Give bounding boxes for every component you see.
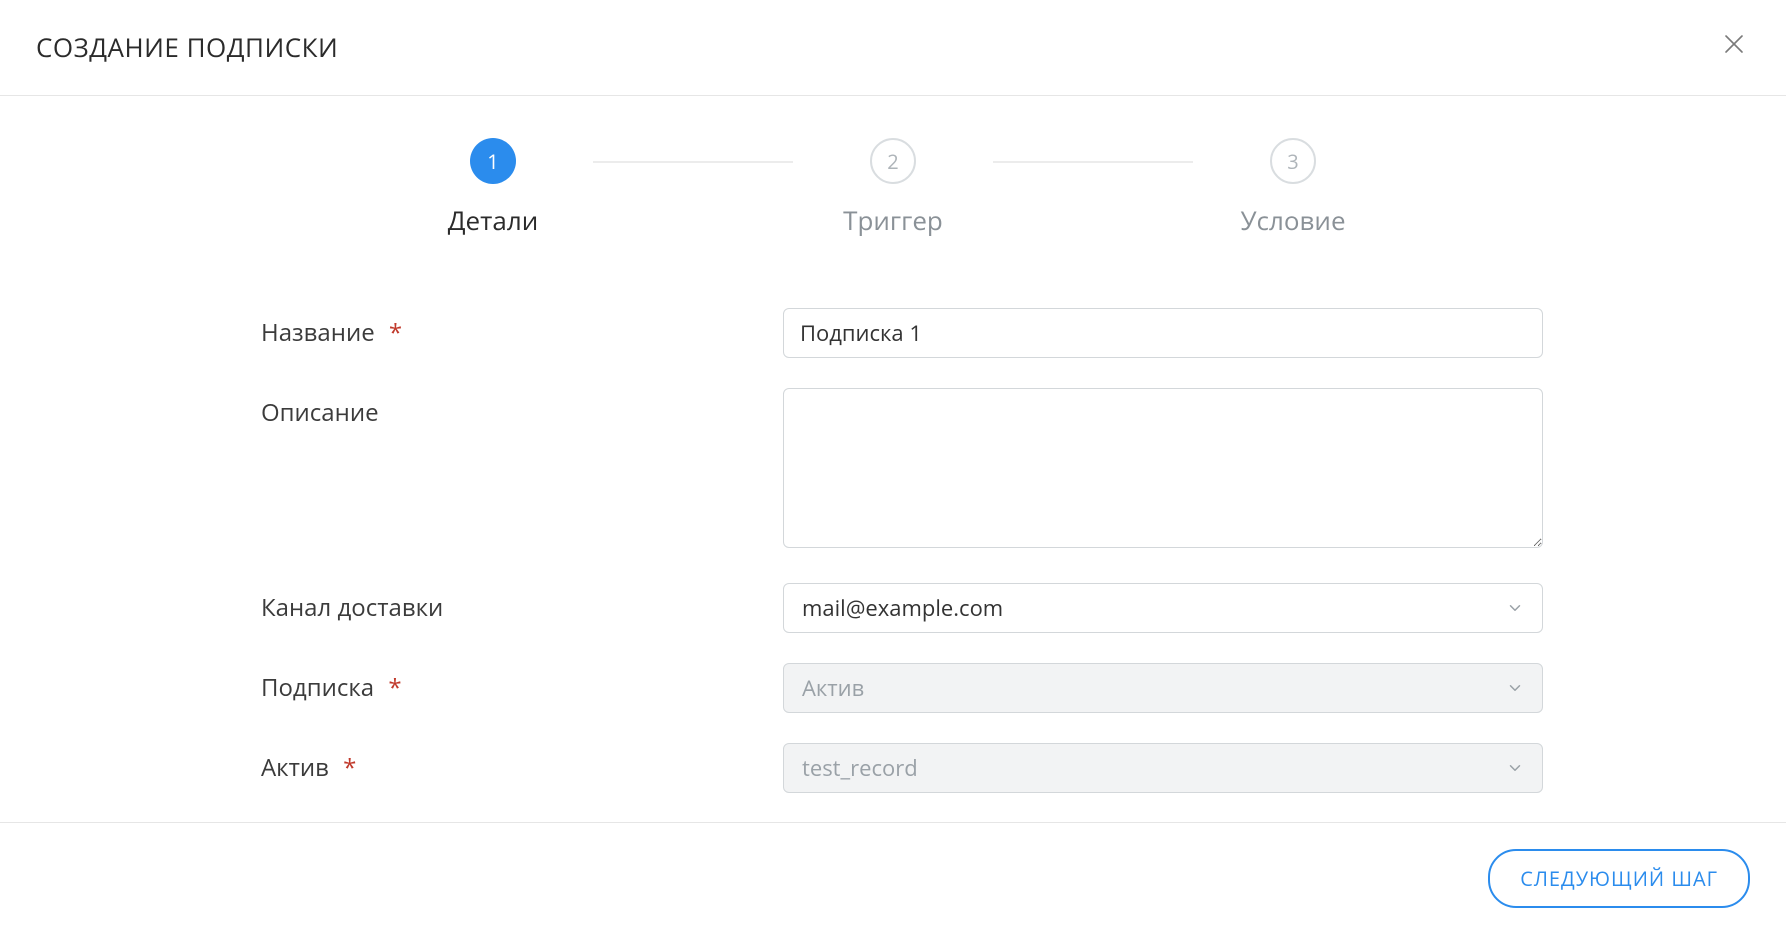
step-label: Триггер (843, 202, 943, 238)
step-details[interactable]: 1 Детали (393, 138, 593, 238)
label-text: Актив (261, 751, 329, 784)
label-subscription: Подписка * (243, 663, 783, 704)
control-wrap: test_record (783, 743, 1543, 793)
next-step-button[interactable]: СЛЕДУЮЩИЙ ШАГ (1488, 849, 1750, 908)
form-row-asset: Актив * test_record (243, 743, 1543, 793)
wizard-steps: 1 Детали 2 Триггер 3 Условие (343, 138, 1443, 238)
step-connector (593, 161, 793, 163)
close-icon (1722, 32, 1746, 61)
description-textarea[interactable] (783, 388, 1543, 548)
form-row-delivery-channel: Канал доставки mail@example.com (243, 583, 1543, 633)
label-text: Название (261, 316, 375, 349)
form-row-name: Название * (243, 308, 1543, 358)
step-number-badge: 3 (1270, 138, 1316, 184)
form-row-description: Описание (243, 388, 1543, 553)
modal-title: СОЗДАНИЕ ПОДПИСКИ (36, 29, 338, 65)
close-button[interactable] (1718, 28, 1750, 65)
label-name: Название * (243, 308, 783, 349)
select-value: Актив (802, 673, 864, 703)
subscription-select: Актив (783, 663, 1543, 713)
label-text: Канал доставки (261, 591, 443, 624)
required-marker: * (388, 671, 401, 704)
label-description: Описание (243, 388, 783, 429)
label-text: Подписка (261, 671, 374, 704)
chevron-down-icon (1506, 759, 1524, 777)
control-wrap: Актив (783, 663, 1543, 713)
label-text: Описание (261, 396, 379, 429)
chevron-down-icon (1506, 599, 1524, 617)
control-wrap (783, 388, 1543, 553)
step-condition[interactable]: 3 Условие (1193, 138, 1393, 238)
chevron-down-icon (1506, 679, 1524, 697)
select-value: mail@example.com (802, 593, 1003, 623)
name-input[interactable] (783, 308, 1543, 358)
step-number-badge: 2 (870, 138, 916, 184)
step-number-badge: 1 (470, 138, 516, 184)
details-form: Название * Описание Канал доставки mail@… (223, 308, 1563, 793)
step-connector (993, 161, 1193, 163)
delivery-channel-select[interactable]: mail@example.com (783, 583, 1543, 633)
form-row-subscription: Подписка * Актив (243, 663, 1543, 713)
required-marker: * (389, 316, 402, 349)
modal-header: СОЗДАНИЕ ПОДПИСКИ (0, 0, 1786, 96)
asset-select: test_record (783, 743, 1543, 793)
required-marker: * (343, 751, 356, 784)
control-wrap (783, 308, 1543, 358)
step-label: Условие (1240, 202, 1345, 238)
modal-footer: СЛЕДУЮЩИЙ ШАГ (0, 822, 1786, 934)
step-label: Детали (448, 202, 538, 238)
control-wrap: mail@example.com (783, 583, 1543, 633)
label-asset: Актив * (243, 743, 783, 784)
select-value: test_record (802, 753, 918, 783)
label-delivery-channel: Канал доставки (243, 583, 783, 624)
step-trigger[interactable]: 2 Триггер (793, 138, 993, 238)
